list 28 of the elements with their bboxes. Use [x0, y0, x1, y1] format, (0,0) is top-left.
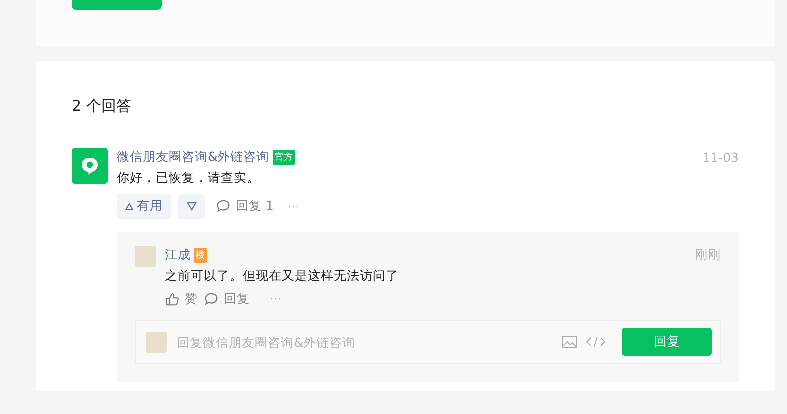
comment-icon: [216, 199, 231, 214]
floor-badge: 楼: [194, 248, 207, 262]
avatar-placeholder: [135, 246, 156, 267]
comment-icon: [204, 292, 219, 306]
downvote-button[interactable]: [178, 194, 205, 219]
code-icon[interactable]: [586, 335, 606, 349]
more-button[interactable]: ···: [288, 200, 300, 214]
reply-submit-button[interactable]: 回复: [622, 328, 712, 356]
answer-text: 你好，已恢复，请查实。: [117, 170, 261, 187]
comment-text: 之前可以了。但现在又是这样无法访问了: [165, 268, 400, 285]
avatar-placeholder: [146, 332, 167, 352]
like-button[interactable]: 赞: [185, 290, 198, 308]
image-icon[interactable]: [562, 335, 578, 349]
official-badge: 官方: [272, 150, 295, 164]
reply-link[interactable]: 回复: [224, 290, 250, 308]
author-name[interactable]: 微信朋友圈咨询&外链咨询: [117, 148, 270, 166]
commenter-name[interactable]: 江成: [165, 246, 191, 264]
reply-count-link[interactable]: 回复 1: [236, 198, 274, 215]
useful-button[interactable]: 有用: [117, 194, 171, 219]
more-button[interactable]: ···: [270, 292, 282, 306]
answers-heading: 2 个回答: [72, 97, 132, 116]
reply-input-field[interactable]: 回复微信朋友圈咨询&外链咨询 回复: [135, 320, 721, 364]
down-triangle-icon: [186, 202, 196, 211]
chat-bubble-avatar-icon: [72, 148, 108, 184]
thumbs-up-icon: [165, 292, 180, 306]
up-triangle-icon: [125, 202, 134, 210]
answer-time: 11-03: [702, 150, 739, 164]
comment-time: 刚刚: [695, 246, 721, 264]
